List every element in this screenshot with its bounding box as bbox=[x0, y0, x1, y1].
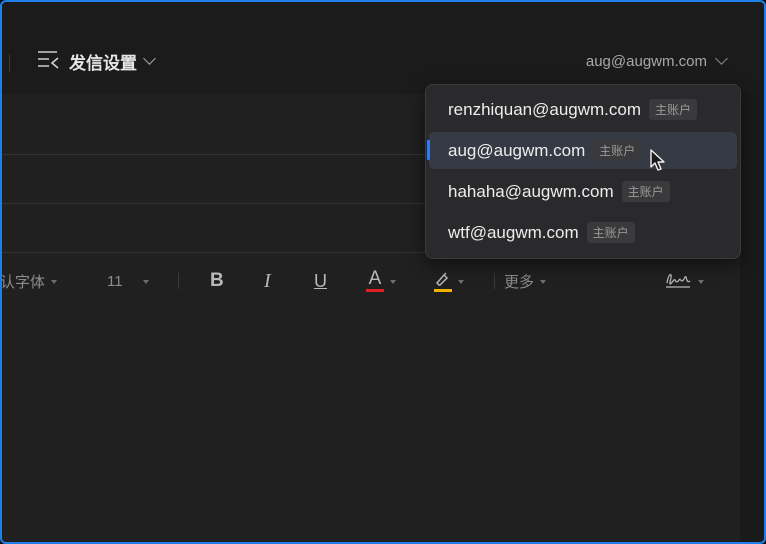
account-email: wtf@augwm.com bbox=[448, 222, 579, 242]
bold-icon: B bbox=[210, 270, 224, 291]
compose-toolbar: 发信设置 aug@augwm.com bbox=[2, 2, 764, 94]
account-dropdown: renzhiquan@augwm.com 主账户 aug@augwm.com 主… bbox=[425, 84, 741, 259]
caret-down-icon bbox=[698, 280, 704, 284]
primary-account-badge: 主账户 bbox=[586, 222, 635, 243]
primary-account-badge: 主账户 bbox=[649, 99, 698, 120]
account-email: hahaha@augwm.com bbox=[448, 181, 614, 201]
scrollbar-track[interactable] bbox=[740, 94, 764, 542]
primary-account-badge: 主账户 bbox=[621, 181, 670, 202]
signature-button[interactable] bbox=[664, 264, 704, 298]
caret-down-icon bbox=[390, 280, 396, 284]
send-settings-label: 发信设置 bbox=[69, 53, 137, 73]
format-toolbar: 认字体 11 B I U A 更多 bbox=[2, 264, 740, 298]
to-field-divider bbox=[2, 154, 442, 155]
chevron-down-icon bbox=[143, 52, 156, 65]
sender-selector[interactable]: aug@augwm.com bbox=[585, 50, 728, 72]
selected-indicator bbox=[427, 140, 430, 160]
underline-icon: U bbox=[314, 270, 327, 291]
mouse-pointer-icon bbox=[650, 149, 666, 178]
account-email: renzhiquan@augwm.com bbox=[448, 99, 642, 119]
caret-down-icon bbox=[142, 280, 149, 284]
font-family-value: 认字体 bbox=[2, 273, 46, 291]
caret-down-icon bbox=[458, 280, 464, 284]
font-color-icon: A bbox=[366, 269, 384, 292]
font-color-button[interactable]: A bbox=[366, 264, 396, 298]
account-option[interactable]: renzhiquan@augwm.com 主账户 bbox=[429, 91, 737, 128]
send-settings-button[interactable]: 发信设置 bbox=[37, 48, 156, 74]
caret-down-icon bbox=[51, 280, 58, 284]
font-size-value: 11 bbox=[107, 272, 123, 290]
account-email: aug@augwm.com bbox=[448, 140, 586, 160]
cc-field-divider bbox=[2, 203, 442, 204]
compose-window: 发信设置 aug@augwm.com 认字体 11 B I U A 更多 bbox=[2, 2, 764, 542]
account-option[interactable]: hahaha@augwm.com 主账户 bbox=[429, 173, 737, 210]
font-family-select[interactable]: 认字体 bbox=[2, 264, 58, 298]
italic-icon: I bbox=[264, 269, 271, 292]
sender-email: aug@augwm.com bbox=[585, 52, 707, 70]
account-option[interactable]: wtf@augwm.com 主账户 bbox=[429, 214, 737, 251]
more-button[interactable]: 更多 bbox=[504, 264, 547, 298]
highlighter-icon bbox=[434, 271, 452, 292]
toolbar-divider bbox=[178, 273, 179, 289]
subject-field-divider bbox=[2, 252, 442, 253]
toolbar-divider bbox=[9, 54, 10, 72]
caret-down-icon bbox=[540, 280, 547, 284]
signature-icon bbox=[664, 269, 692, 293]
bold-button[interactable]: B bbox=[210, 264, 224, 298]
account-option-selected[interactable]: aug@augwm.com 主账户 bbox=[427, 132, 737, 169]
underline-button[interactable]: U bbox=[314, 264, 327, 298]
more-label: 更多 bbox=[504, 273, 535, 291]
italic-button[interactable]: I bbox=[264, 264, 271, 298]
send-settings-icon bbox=[37, 49, 61, 74]
highlight-button[interactable] bbox=[434, 264, 464, 298]
primary-account-badge: 主账户 bbox=[593, 140, 642, 161]
toolbar-divider bbox=[494, 273, 495, 289]
font-size-select[interactable]: 11 bbox=[107, 264, 149, 298]
chevron-down-icon bbox=[715, 52, 728, 65]
